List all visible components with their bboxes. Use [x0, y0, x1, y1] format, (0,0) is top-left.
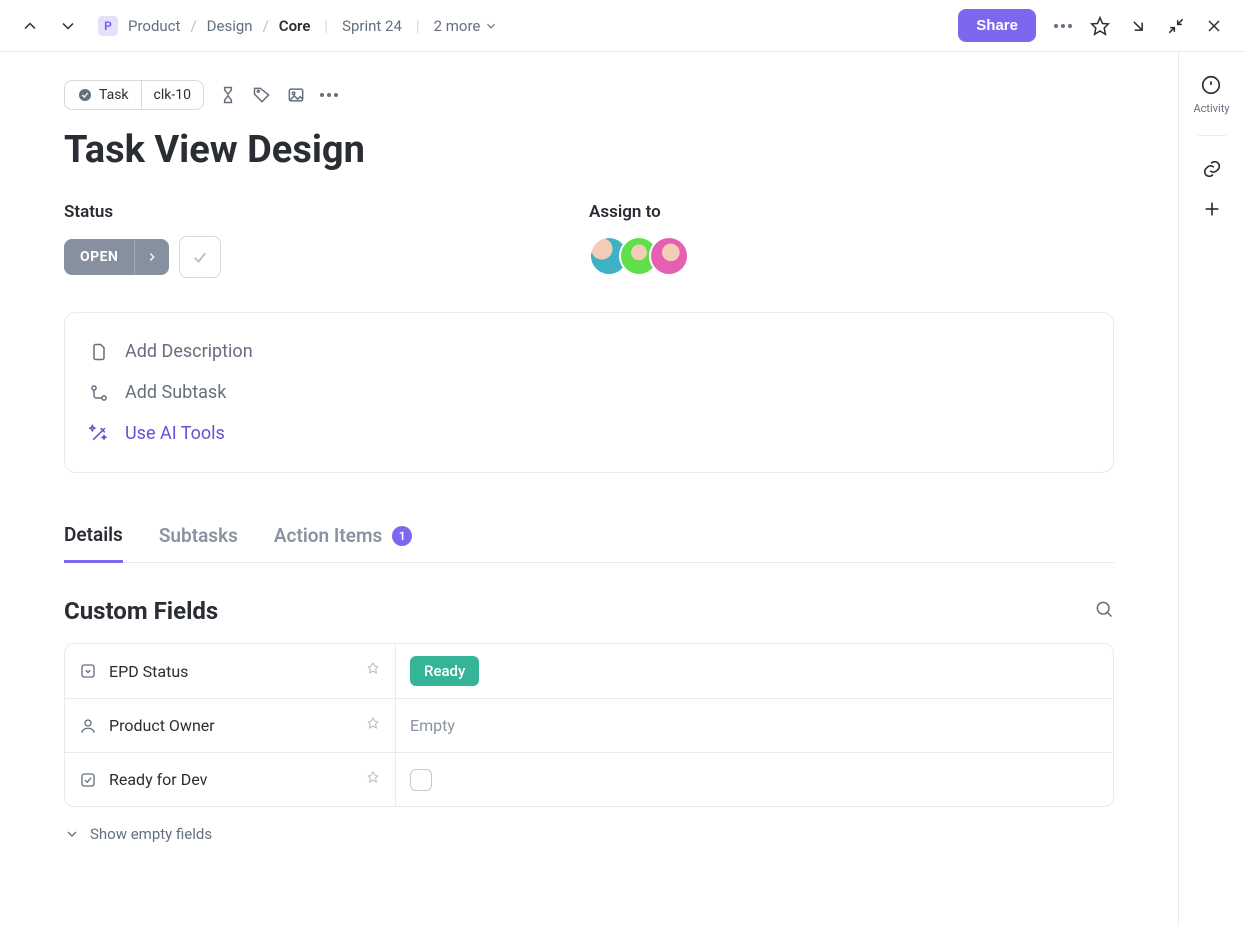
- cf-label: Ready for Dev: [109, 770, 207, 789]
- dropdown-field-icon: [79, 662, 97, 680]
- ready-for-dev-checkbox[interactable]: [410, 769, 432, 791]
- activity-panel-button[interactable]: Activity: [1193, 74, 1229, 115]
- topbar-actions: Share: [958, 9, 1224, 42]
- workspace-icon[interactable]: P: [98, 16, 118, 36]
- plus-icon: [1201, 198, 1223, 220]
- task-title[interactable]: Task View Design: [64, 128, 1114, 172]
- tab-action-items-label: Action Items: [274, 524, 382, 547]
- breadcrumb-core[interactable]: Core: [279, 17, 311, 35]
- pin-icon[interactable]: [365, 661, 381, 681]
- tab-action-items[interactable]: Action Items 1: [274, 512, 412, 561]
- breadcrumb-more-label: 2 more: [434, 17, 481, 35]
- cf-value-ready-for-dev[interactable]: [395, 753, 1113, 806]
- status-label: Status: [64, 202, 589, 222]
- main-content: Task clk-10 Task View Design Status: [0, 52, 1178, 926]
- breadcrumb: P Product / Design / Core | Sprint 24 | …: [98, 16, 498, 36]
- tab-subtasks[interactable]: Subtasks: [159, 512, 238, 561]
- assign-label: Assign to: [589, 202, 1114, 222]
- tag-icon[interactable]: [252, 85, 272, 105]
- custom-fields-search-icon[interactable]: [1094, 599, 1114, 623]
- use-ai-label: Use AI Tools: [125, 423, 225, 444]
- custom-fields-table: EPD Status Ready Product Owner: [64, 643, 1114, 807]
- cf-value-epd-status[interactable]: Ready: [395, 644, 1113, 698]
- task-id-chip[interactable]: clk-10: [141, 81, 203, 109]
- status-button[interactable]: OPEN: [64, 239, 169, 275]
- nav-arrows: [20, 16, 78, 36]
- magic-wand-icon: [89, 424, 109, 444]
- add-description-label: Add Description: [125, 341, 253, 362]
- breadcrumb-more[interactable]: 2 more: [434, 17, 499, 35]
- cf-value-product-owner[interactable]: Empty: [395, 699, 1113, 752]
- task-meta-chips: Task clk-10: [64, 80, 1114, 110]
- task-type-icon: [77, 87, 93, 103]
- status-next-icon[interactable]: [134, 239, 169, 275]
- avatar[interactable]: [649, 236, 689, 276]
- star-icon[interactable]: [1090, 16, 1110, 36]
- cf-label: EPD Status: [109, 662, 188, 681]
- status-value: OPEN: [64, 239, 134, 275]
- chevron-down-icon: [64, 826, 80, 842]
- tab-details[interactable]: Details: [64, 511, 123, 563]
- custom-fields-title: Custom Fields: [64, 597, 218, 625]
- cf-row-epd-status: EPD Status Ready: [65, 644, 1113, 698]
- chat-icon: [1200, 74, 1222, 96]
- breadcrumb-design[interactable]: Design: [207, 17, 253, 35]
- close-icon[interactable]: [1204, 16, 1224, 36]
- cf-label: Product Owner: [109, 716, 215, 735]
- mark-complete-button[interactable]: [179, 236, 221, 278]
- add-subtask-label: Add Subtask: [125, 382, 226, 403]
- breadcrumb-sprint[interactable]: Sprint 24: [342, 17, 402, 35]
- assignee-avatars[interactable]: [589, 236, 1114, 276]
- link-panel-button[interactable]: [1201, 158, 1223, 180]
- use-ai-button[interactable]: Use AI Tools: [89, 413, 1089, 454]
- nav-up-icon[interactable]: [20, 16, 40, 36]
- task-more-icon[interactable]: [320, 93, 338, 97]
- subtask-icon: [89, 383, 109, 403]
- checkbox-field-icon: [79, 771, 97, 789]
- chevron-down-icon: [484, 19, 498, 33]
- check-icon: [191, 248, 209, 266]
- show-empty-fields-toggle[interactable]: Show empty fields: [64, 825, 1114, 843]
- add-subtask-button[interactable]: Add Subtask: [89, 372, 1089, 413]
- download-icon[interactable]: [1128, 16, 1148, 36]
- task-type-chip[interactable]: Task clk-10: [64, 80, 204, 110]
- task-tabs: Details Subtasks Action Items 1: [64, 511, 1114, 563]
- more-menu-icon[interactable]: [1054, 24, 1072, 28]
- ready-badge: Ready: [410, 656, 479, 686]
- collapse-icon[interactable]: [1166, 16, 1186, 36]
- show-empty-label: Show empty fields: [90, 825, 212, 843]
- add-description-button[interactable]: Add Description: [89, 331, 1089, 372]
- pin-icon[interactable]: [365, 770, 381, 790]
- tab-action-items-badge: 1: [392, 526, 412, 546]
- cf-row-ready-for-dev: Ready for Dev: [65, 752, 1113, 806]
- image-icon[interactable]: [286, 85, 306, 105]
- share-button[interactable]: Share: [958, 9, 1036, 42]
- hourglass-icon[interactable]: [218, 85, 238, 105]
- task-type-label: Task: [99, 87, 129, 103]
- quick-actions-card: Add Description Add Subtask Use AI Tools: [64, 312, 1114, 473]
- add-panel-button[interactable]: [1201, 198, 1223, 220]
- person-field-icon: [79, 717, 97, 735]
- breadcrumb-product[interactable]: Product: [128, 17, 180, 35]
- topbar: P Product / Design / Core | Sprint 24 | …: [0, 0, 1244, 52]
- document-icon: [89, 342, 109, 362]
- right-rail: Activity: [1178, 52, 1244, 926]
- pin-icon[interactable]: [365, 716, 381, 736]
- activity-label: Activity: [1193, 102, 1229, 115]
- nav-down-icon[interactable]: [58, 16, 78, 36]
- task-id: clk-10: [154, 87, 191, 103]
- cf-row-product-owner: Product Owner Empty: [65, 698, 1113, 752]
- link-icon: [1201, 158, 1223, 180]
